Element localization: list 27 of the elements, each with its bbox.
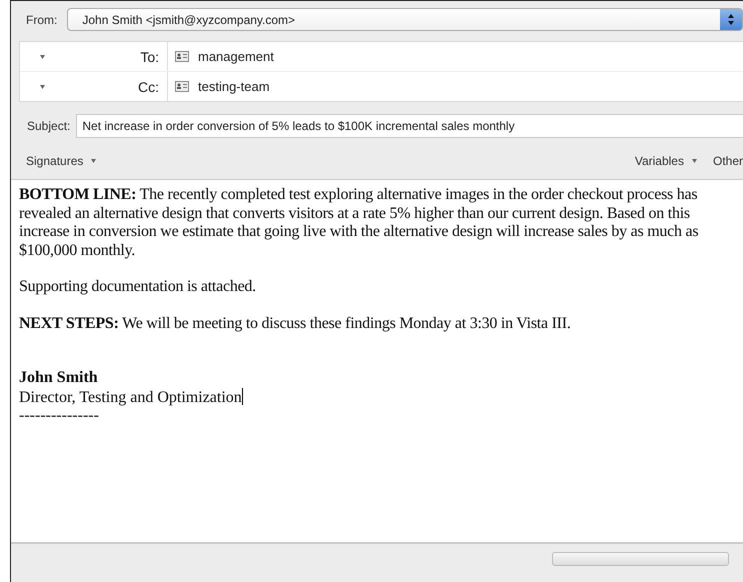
recipient-label: Cc: bbox=[138, 78, 159, 94]
caret-icon bbox=[40, 84, 45, 88]
caret-icon bbox=[692, 159, 697, 163]
recipient-token[interactable]: testing-team bbox=[198, 79, 270, 94]
signatures-menu[interactable]: Signatures bbox=[26, 154, 96, 168]
text-cursor bbox=[242, 388, 243, 404]
recipient-token[interactable]: management bbox=[198, 49, 274, 64]
signature-rule: --------------- bbox=[19, 407, 99, 426]
stepper-icon bbox=[728, 14, 734, 25]
subject-label: Subject: bbox=[27, 119, 70, 133]
from-dropdown[interactable]: John Smith <jsmith@xyzcompany.com> bbox=[67, 8, 743, 31]
from-label: From: bbox=[26, 12, 58, 26]
contact-card-icon bbox=[175, 81, 189, 92]
caret-icon bbox=[91, 159, 96, 163]
body-paragraph: BOTTOM LINE: The recently completed test exploring alternative images in the order checkout process has revealed an alternative design that converts visitors at a rate 5% higher than our current design. Based on this increase in conversion we estimate that going live with the alternative design will increase sales by as much as $100,000 monthly. bbox=[19, 186, 700, 260]
signature-name: John Smith bbox=[19, 369, 98, 388]
body-paragraph: Supporting documentation is attached. bbox=[19, 278, 257, 296]
caret-icon bbox=[40, 54, 45, 58]
scrollbar[interactable] bbox=[552, 552, 729, 566]
signature-title: Director, Testing and Optimization bbox=[19, 388, 242, 406]
contact-card-icon bbox=[175, 51, 189, 62]
subject-field[interactable]: Net increase in order conversion of 5% leads to $100K incremental sales monthly bbox=[76, 114, 743, 138]
body-paragraph: NEXT STEPS: We will be meeting to discuss these findings Monday at 3:30 in Vista III. bbox=[19, 314, 572, 333]
message-body[interactable] bbox=[11, 179, 743, 542]
toolbar-menu[interactable]: Other bbox=[712, 154, 743, 168]
recipient-label: To: bbox=[140, 48, 159, 64]
toolbar-menu[interactable]: Variables bbox=[634, 154, 697, 168]
